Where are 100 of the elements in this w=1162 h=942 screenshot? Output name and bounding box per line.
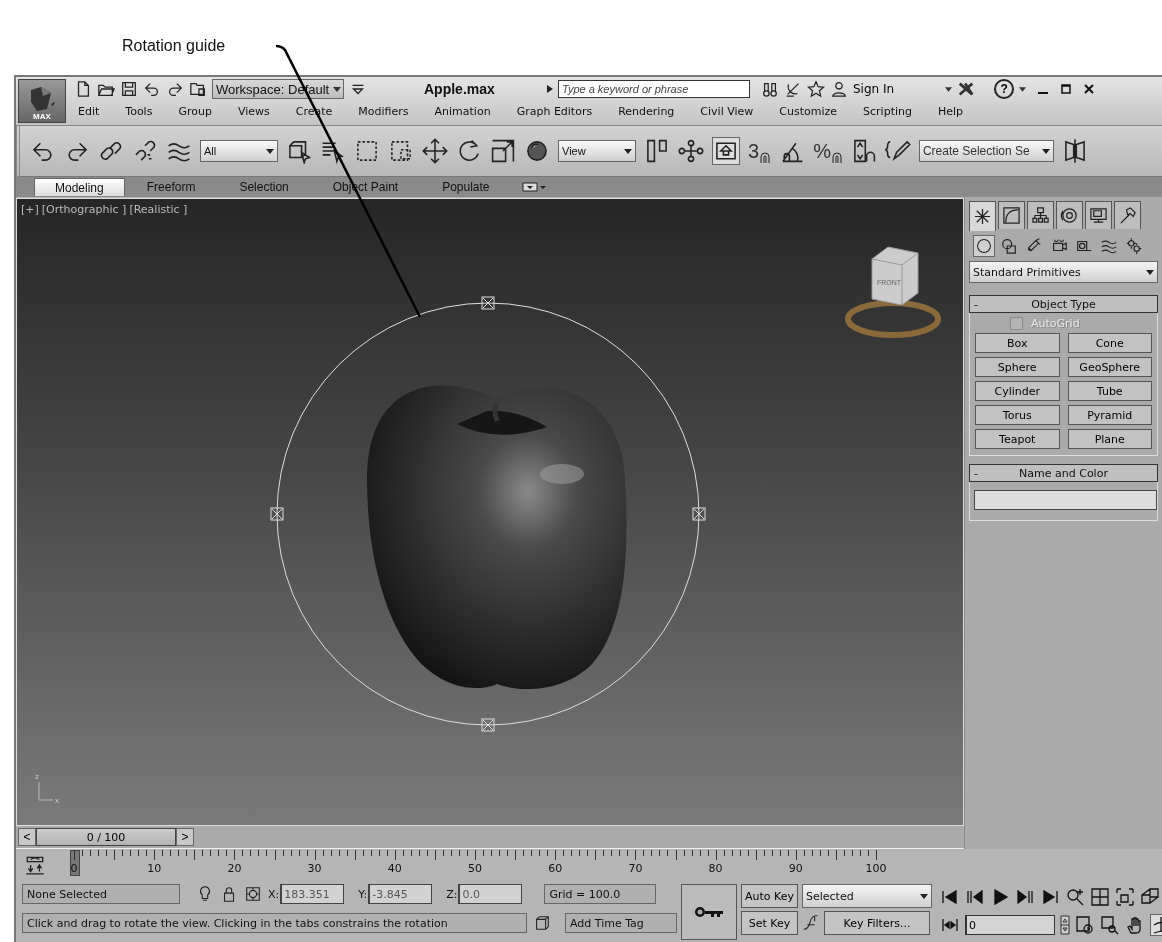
x-coordinate-field[interactable]: 183.351 — [280, 884, 345, 904]
project-folder-icon[interactable] — [189, 80, 207, 98]
spinner-icon[interactable] — [1060, 915, 1070, 935]
next-frame-button[interactable]: > — [176, 828, 194, 846]
collapse-toggle[interactable]: - — [970, 297, 986, 311]
caret-icon[interactable] — [547, 85, 553, 93]
binoculars-icon[interactable] — [761, 80, 779, 98]
create-star-tab[interactable] — [969, 201, 996, 231]
caret-icon[interactable] — [945, 86, 953, 92]
menu-item[interactable]: Customize — [779, 104, 838, 118]
primitive-button[interactable]: Pyramid — [1067, 405, 1152, 425]
percent-snap-button[interactable]: % — [813, 139, 843, 163]
menu-item[interactable]: Edit — [78, 104, 100, 118]
menu-item[interactable]: Scripting — [863, 104, 912, 118]
collapse-toggle[interactable]: - — [970, 466, 986, 480]
selection-filter-dropdown[interactable]: All — [200, 140, 278, 162]
auto-key-button[interactable]: Auto Key — [741, 884, 798, 908]
maximize-icon[interactable] — [1060, 83, 1073, 95]
tangent-curve-icon[interactable] — [802, 914, 820, 932]
rotation-handle[interactable] — [481, 296, 495, 310]
primitive-button[interactable]: Sphere — [975, 357, 1060, 377]
viewport-label[interactable]: [Orthographic ] — [41, 203, 127, 216]
go-to-start-icon[interactable] — [940, 887, 960, 907]
primitive-button[interactable]: Cone — [1067, 333, 1152, 353]
close-icon[interactable] — [1083, 83, 1096, 95]
viewport-label[interactable]: [+] — [21, 203, 39, 216]
region-zoom-icon[interactable] — [1100, 915, 1120, 935]
star-icon[interactable] — [807, 80, 825, 98]
primitive-button[interactable]: Plane — [1067, 429, 1152, 449]
rectangle-selection-icon[interactable] — [354, 138, 380, 164]
absolute-mode-icon[interactable] — [244, 885, 262, 903]
window-crossing-icon[interactable] — [388, 138, 414, 164]
menu-item[interactable]: Animation — [434, 104, 491, 118]
primitive-button[interactable]: Teapot — [975, 429, 1060, 449]
primitive-button[interactable]: Cylinder — [975, 381, 1060, 401]
set-keys-button[interactable] — [681, 884, 737, 940]
monitor-tab[interactable] — [1085, 201, 1112, 229]
rollout-header[interactable]: - Name and Color — [969, 464, 1158, 482]
help-button[interactable]: ? — [994, 79, 1015, 99]
caret-icon[interactable] — [1019, 86, 1027, 92]
current-frame-field[interactable]: 0 — [965, 915, 1055, 935]
menu-item[interactable]: Tools — [125, 104, 153, 118]
named-selection-dropdown[interactable]: Create Selection Se — [918, 140, 1054, 162]
menu-item[interactable]: Group — [178, 104, 212, 118]
add-time-tag-button[interactable]: Add Time Tag — [565, 913, 677, 933]
save-icon[interactable] — [120, 80, 138, 98]
hierarchy-tab[interactable] — [1027, 201, 1054, 229]
user-icon[interactable] — [830, 80, 848, 98]
time-config-icon[interactable] — [1075, 915, 1095, 935]
ribbon-tab[interactable]: Populate — [420, 178, 512, 196]
name-field[interactable] — [974, 490, 1157, 510]
rotation-handle[interactable] — [270, 507, 284, 521]
move-icon[interactable] — [422, 138, 448, 164]
ribbon-tab[interactable]: Freeform — [124, 178, 218, 196]
x-logo-icon[interactable] — [957, 80, 976, 98]
search-field[interactable]: Type a keyword or phrase — [558, 80, 750, 98]
select-object-icon[interactable] — [286, 138, 312, 164]
menu-item[interactable]: Modifiers — [358, 104, 409, 118]
menu-item[interactable]: Views — [237, 104, 270, 118]
time-slider-thumb[interactable]: 0 / 100 — [36, 828, 176, 846]
key-filters-button[interactable]: Key Filters... — [824, 911, 930, 935]
target-rings-tab[interactable] — [1056, 201, 1083, 229]
curve-tab[interactable] — [998, 201, 1025, 229]
frame-marker[interactable] — [70, 850, 80, 876]
undo-icon[interactable] — [143, 80, 161, 98]
snap-toggle-button[interactable]: 3 — [748, 139, 772, 163]
zoom-extents-all-icon[interactable] — [1140, 887, 1160, 907]
menu-item[interactable]: Civil View — [700, 104, 754, 118]
hammer-tab[interactable] — [1114, 201, 1141, 229]
y-coordinate-field[interactable]: -3.845 — [368, 884, 433, 904]
rollout-header[interactable]: - Object Type — [969, 295, 1158, 313]
apple-drawing[interactable] — [367, 385, 627, 690]
scale-icon[interactable] — [490, 138, 516, 164]
primitive-button[interactable]: Tube — [1067, 381, 1152, 401]
redo-icon[interactable] — [166, 80, 184, 98]
set-key-button[interactable]: Set Key — [741, 911, 798, 935]
menu-item[interactable]: Rendering — [618, 104, 675, 118]
primitive-button[interactable]: GeoSphere — [1067, 357, 1152, 377]
rotation-handle[interactable] — [481, 718, 495, 732]
application-button[interactable]: MAX — [18, 79, 66, 123]
sphere-category-button[interactable] — [973, 235, 995, 257]
key-mode-dropdown[interactable]: Selected — [802, 884, 932, 908]
go-to-end-icon[interactable] — [1040, 887, 1060, 907]
previous-frame-button[interactable]: < — [18, 828, 36, 846]
zoom-all-icon[interactable] — [1090, 887, 1110, 907]
cube-icon[interactable] — [533, 914, 551, 932]
menu-item[interactable]: Help — [938, 104, 964, 118]
rotate-icon[interactable] — [456, 138, 482, 164]
viewport-label[interactable]: [Realistic ] — [129, 203, 188, 216]
ribbon-options-icon[interactable] — [521, 181, 548, 193]
next-frame-icon[interactable] — [1015, 887, 1035, 907]
rotation-handle[interactable] — [692, 507, 706, 521]
pivot-center-icon[interactable] — [644, 138, 670, 164]
zoom-extents-icon[interactable] — [1115, 887, 1135, 907]
rotation-guide-circle[interactable] — [276, 302, 700, 726]
reference-coordinate-dropdown[interactable]: View — [558, 140, 636, 162]
curve-editor-toggle-icon[interactable] — [24, 854, 46, 876]
zoom-icon[interactable] — [1065, 887, 1085, 907]
category-dropdown[interactable]: Standard Primitives — [969, 261, 1158, 283]
primitive-button[interactable]: Torus — [975, 405, 1060, 425]
